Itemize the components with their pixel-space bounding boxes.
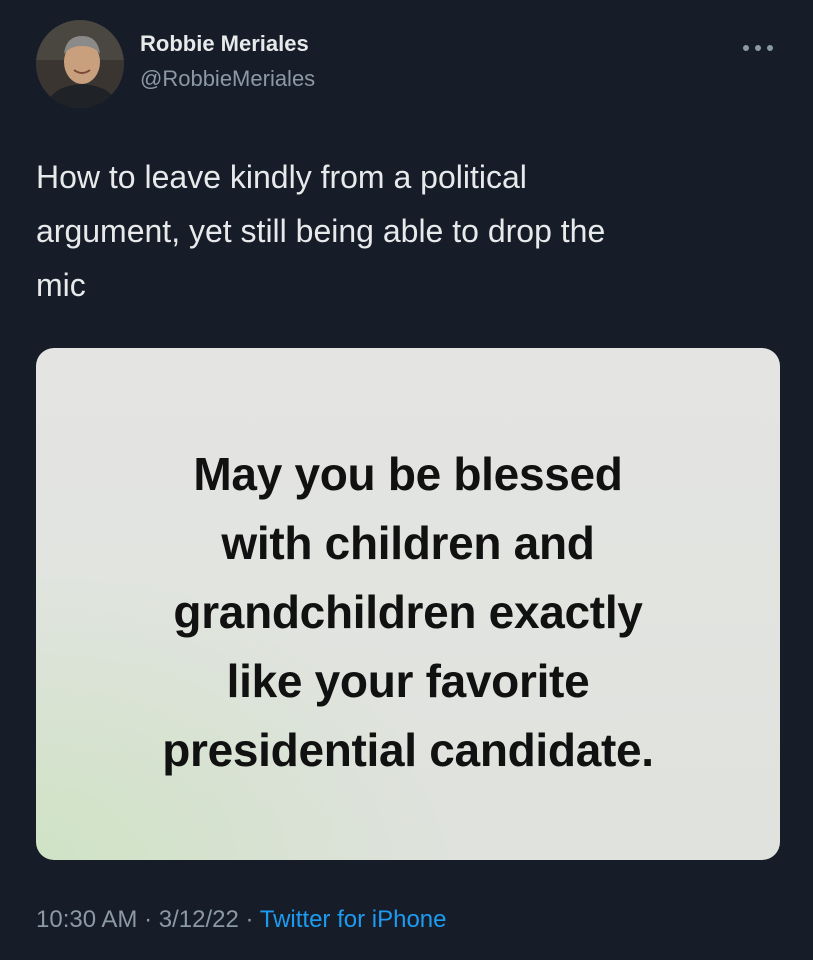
tweet-text: How to leave kindly from a political arg… bbox=[36, 159, 606, 303]
tweet-time[interactable]: 10:30 AM bbox=[36, 906, 137, 933]
tweet-media-image[interactable]: May you be blessed with children and gra… bbox=[36, 348, 780, 860]
author-handle[interactable]: @RobbieMeriales bbox=[140, 66, 315, 92]
tweet: Robbie Meriales @RobbieMeriales How to l… bbox=[0, 0, 813, 960]
avatar[interactable] bbox=[36, 20, 124, 108]
tweet-metadata: 10:30 AM · 3/12/22 · Twitter for iPhone bbox=[36, 906, 446, 934]
tweet-source-link[interactable]: Twitter for iPhone bbox=[260, 906, 447, 933]
tweet-date[interactable]: 3/12/22 bbox=[159, 906, 239, 933]
avatar-photo-icon bbox=[36, 20, 124, 108]
more-options-button[interactable] bbox=[736, 34, 780, 62]
media-caption-text: May you be blessed with children and gra… bbox=[162, 448, 654, 776]
meta-separator: · bbox=[144, 906, 153, 933]
meta-separator-2: · bbox=[245, 906, 254, 933]
more-horizontal-icon bbox=[743, 45, 773, 51]
author-name[interactable]: Robbie Meriales bbox=[140, 31, 309, 57]
